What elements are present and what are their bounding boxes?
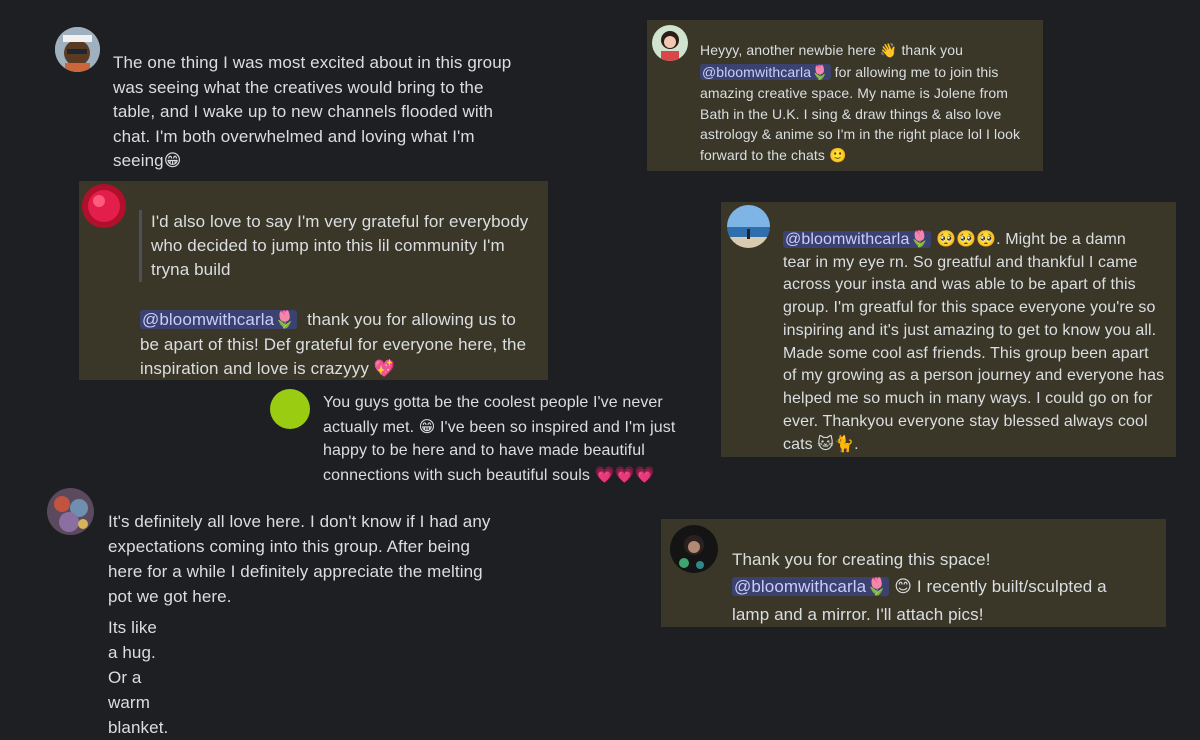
avatar[interactable] — [270, 389, 310, 429]
message-line: amazing creative space. My name is Jolen… — [700, 85, 1009, 101]
message-line: helped me so much in many ways. I could … — [783, 389, 1153, 407]
avatar[interactable] — [652, 25, 688, 61]
message-line: here for a while I definitely appreciate… — [108, 562, 483, 581]
mention-handle: @bloomwithcarla — [734, 577, 867, 596]
message-line: lamp and a mirror. I'll attach pics! — [732, 605, 984, 624]
message-line: seeing — [113, 151, 164, 170]
message-line: actually met. — [323, 418, 415, 436]
message-line: inspiring and it's just amazing to get t… — [783, 321, 1157, 339]
message-line: was seeing what the creatives would brin… — [113, 77, 484, 97]
avatar[interactable] — [55, 27, 100, 72]
message-2: Heyyy, another newbie here 👋 thank you @… — [647, 20, 1043, 171]
avatar[interactable] — [727, 205, 770, 248]
user-mention[interactable]: @bloomwithcarla🌷 — [140, 310, 298, 330]
message-line: I've been so inspired and I'm just — [440, 418, 676, 436]
message-line: happy to be here and to have made beauti… — [323, 442, 645, 459]
message-line: table, and I wake up to new channels flo… — [113, 102, 494, 121]
grinning-emoji: 😁 — [163, 151, 182, 171]
message-7: Thank you for creating this space! @bloo… — [661, 519, 1166, 627]
growing-heart-emoji: 💗💗💗 — [594, 464, 655, 484]
quote-line: who decided to jump into this lil commun… — [151, 236, 505, 255]
pleading-face-emoji: 🥺🥺🥺 — [936, 229, 997, 248]
message-line: be apart of this! Def grateful for every… — [140, 334, 527, 354]
avatar[interactable] — [47, 488, 94, 535]
grinning-emoji: 😁 — [418, 416, 436, 436]
tulip-emoji: 🌷 — [811, 64, 829, 81]
message-line: forward to the chats — [700, 146, 825, 163]
message-line: Bath in the U.K. I sing & draw things & … — [700, 105, 1002, 122]
slight-smile-emoji: 🙂 — [828, 147, 847, 164]
message-line: Heyyy, another newbie here — [700, 42, 876, 58]
message-line: I recently built/sculpted a — [916, 577, 1107, 596]
mention-handle: @bloomwithcarla — [785, 231, 910, 248]
tulip-emoji: 🌷 — [866, 577, 888, 597]
message-line: The one thing I was most excited about i… — [113, 53, 512, 72]
message-line: It's definitely all love here. I don't k… — [108, 512, 491, 531]
quote-line: tryna build — [151, 260, 231, 279]
smiling-face-emoji: 😊 — [894, 577, 913, 597]
message-quote: I'd also love to say I'm very grateful f… — [139, 210, 551, 282]
message-line: astrology & anime so I'm in the right pl… — [700, 126, 1021, 142]
wave-emoji: 👋 — [879, 43, 898, 59]
message-4: @bloomwithcarla🌷 🥺🥺🥺. Might be a damn te… — [721, 202, 1176, 457]
user-mention[interactable]: @bloomwithcarla🌷 — [732, 577, 890, 597]
tulip-emoji: 🌷 — [274, 310, 296, 330]
message-line: across your insta and was able to be apa… — [783, 276, 1136, 294]
message-line: . Might be a damn — [996, 231, 1126, 248]
message-line: thank you — [901, 42, 964, 58]
message-line: thank you for allowing us to — [307, 310, 516, 329]
message-followup: Its like a hug. Or a warm blanket. — [108, 618, 169, 737]
message-line: tear in my eye rn. So greatful and thank… — [783, 253, 1138, 271]
avatar[interactable] — [82, 184, 126, 228]
avatar[interactable] — [670, 525, 718, 573]
message-line: inspiration and love is crazyyy — [140, 359, 369, 378]
quote-line: I'd also love to say I'm very grateful f… — [151, 212, 529, 231]
message-line: cats — [783, 436, 813, 454]
cat-emoji: 🐱🐈 — [817, 434, 855, 454]
user-mention[interactable]: @bloomwithcarla🌷 — [700, 63, 831, 81]
message-3: I'd also love to say I'm very grateful f… — [79, 181, 548, 380]
message-line: pot we got here. — [108, 587, 232, 606]
message-line: ever. Thankyou everyone stay blessed alw… — [783, 412, 1148, 430]
sparkling-heart-emoji: 💖 — [373, 359, 396, 379]
message-line: Made some cool asf friends. This group b… — [783, 344, 1149, 362]
message-line: for allowing me to join this — [834, 63, 999, 80]
mention-handle: @bloomwithcarla — [142, 310, 275, 329]
message-line: expectations coming into this group. Aft… — [108, 537, 471, 556]
tulip-emoji: 🌷 — [909, 229, 930, 248]
message-line: connections with such beautiful souls — [323, 466, 590, 484]
user-mention[interactable]: @bloomwithcarla🌷 — [783, 229, 932, 248]
message-line: Thank you for creating this space! — [732, 550, 991, 569]
message-line: group. I'm greatful for this space every… — [783, 299, 1156, 317]
message-line: of my growing as a person journey and ev… — [783, 367, 1165, 385]
message-line: chat. I'm both overwhelmed and loving wh… — [113, 126, 475, 146]
mention-handle: @bloomwithcarla — [702, 63, 812, 80]
message-line: . — [854, 436, 859, 454]
message-line: You guys gotta be the coolest people I'v… — [323, 394, 663, 411]
